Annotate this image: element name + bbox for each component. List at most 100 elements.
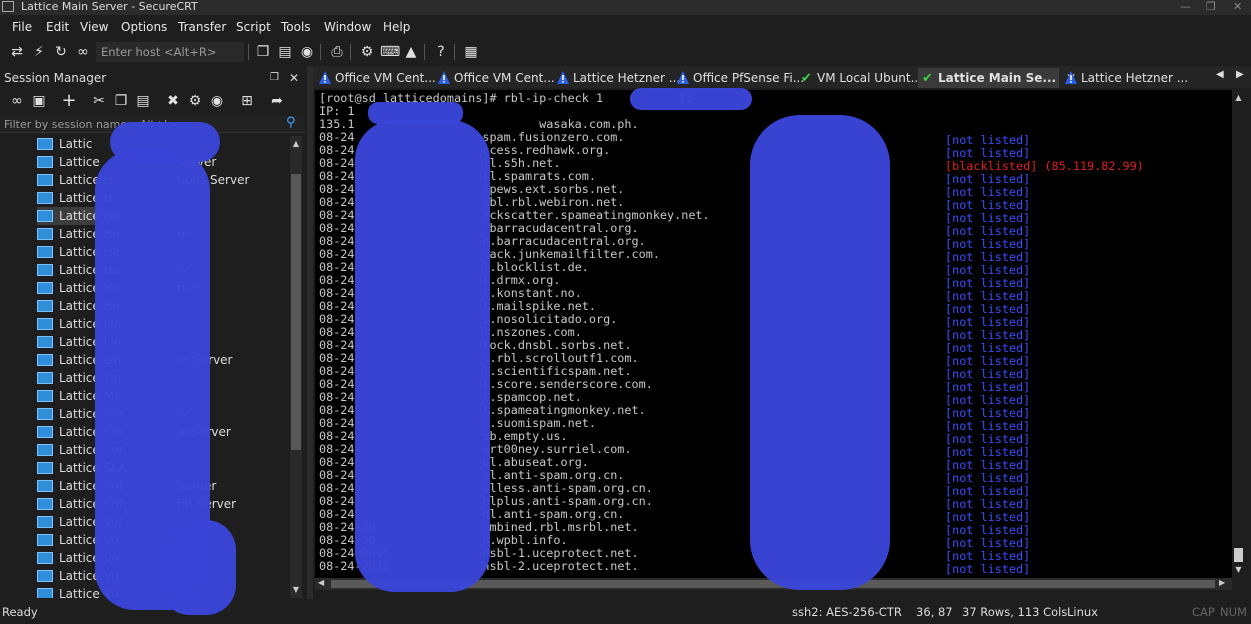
menu-help[interactable]: Help xyxy=(383,17,410,37)
monitor-icon xyxy=(37,174,53,186)
result-date: 08-24 xyxy=(319,507,355,521)
monitor-icon xyxy=(37,480,53,492)
warning-icon xyxy=(557,71,569,84)
terminal-scrollbar[interactable]: ▲ ▼ xyxy=(1232,90,1245,578)
properties-icon[interactable]: ⚙ xyxy=(186,92,204,110)
quick-connect-icon[interactable]: ⚡ xyxy=(30,43,48,61)
scroll-up-icon[interactable]: ▲ xyxy=(290,138,302,150)
disconnect-icon[interactable]: ∞ xyxy=(74,43,92,61)
monitor-icon xyxy=(37,282,53,294)
search-icon[interactable]: ⚲ xyxy=(286,115,296,130)
session-tab[interactable]: Lattice Hetzner ... xyxy=(553,68,680,88)
menu-tools[interactable]: Tools xyxy=(281,17,311,37)
help-icon[interactable]: ? xyxy=(432,43,450,61)
restore-icon[interactable]: ❐ xyxy=(1206,0,1216,13)
monitor-icon xyxy=(37,516,53,528)
toolbar-divider xyxy=(424,44,425,60)
session-item[interactable]: LatticeServer xyxy=(37,153,216,171)
result-date: 08-24 xyxy=(319,182,355,196)
delete-icon[interactable]: ✖ xyxy=(164,92,182,110)
sftp-icon[interactable]: ▲ xyxy=(402,43,420,61)
settings-icon[interactable]: ⚙ xyxy=(358,43,376,61)
new-folder-icon[interactable]: ⊞ xyxy=(238,92,256,110)
minimize-icon[interactable]: — xyxy=(1180,0,1191,13)
title-bar: Lattice Main Server - SecureCRT — ❐ ✕ xyxy=(0,0,1251,15)
scroll-thumb[interactable] xyxy=(291,174,301,450)
window-title: Lattice Main Server - SecureCRT xyxy=(21,0,198,13)
tab-prev-icon[interactable]: ◀ xyxy=(1216,69,1224,80)
monitor-icon xyxy=(37,228,53,240)
monitor-icon xyxy=(37,462,53,474)
tab-next-icon[interactable]: ▶ xyxy=(1236,69,1244,80)
monitor-icon xyxy=(37,156,53,168)
find-icon[interactable]: ◉ xyxy=(298,43,316,61)
session-manager-header: Session Manager ❒ ✕ xyxy=(0,69,308,87)
result-date: 08-24 xyxy=(319,195,355,209)
link-icon[interactable]: ∞ xyxy=(8,92,26,110)
result-date: 08-24 xyxy=(319,390,355,404)
menu-options[interactable]: Options xyxy=(121,17,167,37)
tab-label: Office PfSense Fi... xyxy=(693,71,805,85)
scroll-thumb[interactable] xyxy=(1234,548,1243,562)
add-icon[interactable]: + xyxy=(60,92,78,110)
status-caps: CAP xyxy=(1192,605,1215,619)
monitor-icon xyxy=(37,354,53,366)
session-tab[interactable]: Office VM Cent... xyxy=(315,68,436,88)
menu-file[interactable]: File xyxy=(12,17,32,37)
status-ready: Ready xyxy=(2,605,38,619)
monitor-icon xyxy=(37,588,53,598)
warning-icon xyxy=(438,71,450,84)
warning-icon xyxy=(677,71,689,84)
result-date: 08-24 xyxy=(319,455,355,469)
copy-icon[interactable]: ❐ xyxy=(254,43,272,61)
tab-label: VM Local Ubunt... xyxy=(817,71,923,85)
session-manager-title: Session Manager xyxy=(4,71,107,85)
host-input[interactable]: Enter host <Alt+R> xyxy=(96,42,244,62)
panel-splitter[interactable] xyxy=(307,66,313,599)
paste-icon[interactable]: ▤ xyxy=(276,43,294,61)
status-cipher: ssh2: AES-256-CTR xyxy=(792,605,902,619)
menu-script[interactable]: Script xyxy=(236,17,271,37)
status-num: NUM xyxy=(1220,605,1247,619)
result-date: 08-24 xyxy=(319,325,355,339)
scroll-down-icon[interactable]: ▼ xyxy=(1232,564,1245,576)
menu-edit[interactable]: Edit xyxy=(46,17,69,37)
menu-view[interactable]: View xyxy=(80,17,108,37)
session-list-scrollbar[interactable]: ▲ ▼ xyxy=(290,136,302,598)
cut-icon[interactable]: ✂ xyxy=(90,92,108,110)
close-panel-icon[interactable]: ✕ xyxy=(289,70,299,86)
session-tab[interactable]: ✔Lattice Main Se...✕ xyxy=(918,68,1076,88)
session-tab[interactable]: Office PfSense Fi... xyxy=(673,68,804,88)
connect-icon[interactable]: ⇄ xyxy=(8,43,26,61)
menu-transfer[interactable]: Transfer xyxy=(178,17,226,37)
keymap-icon[interactable]: ⌨ xyxy=(380,43,400,61)
result-date: 08-24 xyxy=(319,351,355,365)
connect-icon[interactable]: ➦ xyxy=(268,92,286,110)
tab-label: Lattice Hetzner ... xyxy=(573,71,681,85)
scroll-right-icon[interactable]: ▶ xyxy=(1219,578,1225,587)
result-date: 08-24 xyxy=(319,130,355,144)
find-icon[interactable]: ◉ xyxy=(208,92,226,110)
pin-icon[interactable]: ❒ xyxy=(270,70,279,86)
result-date: 08-24 xyxy=(319,208,355,222)
reconnect-icon[interactable]: ↻ xyxy=(52,43,70,61)
connected-check-icon: ✔ xyxy=(801,71,812,86)
session-tab[interactable]: Lattice Hetzner ... xyxy=(1061,68,1188,88)
copy-icon[interactable]: ❐ xyxy=(112,92,130,110)
close-window-icon[interactable]: ✕ xyxy=(1233,0,1242,13)
session-item[interactable]: Lattic xyxy=(37,136,92,153)
result-date: 08-24 xyxy=(319,429,355,443)
print-icon[interactable]: ⎙ xyxy=(328,43,346,61)
window-icon[interactable]: ▣ xyxy=(30,92,48,110)
session-tab[interactable]: Office VM Cent... xyxy=(434,68,555,88)
warning-icon xyxy=(1065,71,1077,84)
script-icon[interactable]: ▦ xyxy=(462,43,480,61)
scroll-down-icon[interactable]: ▼ xyxy=(290,584,302,596)
monitor-icon xyxy=(37,498,53,510)
session-tab[interactable]: ✔ VM Local Ubunt... xyxy=(797,68,922,88)
scroll-left-icon[interactable]: ◀ xyxy=(318,578,324,587)
paste-icon[interactable]: ▤ xyxy=(134,92,152,110)
scroll-up-icon[interactable]: ▲ xyxy=(1232,92,1245,104)
menu-window[interactable]: Window xyxy=(324,17,371,37)
result-date: 08-24 xyxy=(319,364,355,378)
